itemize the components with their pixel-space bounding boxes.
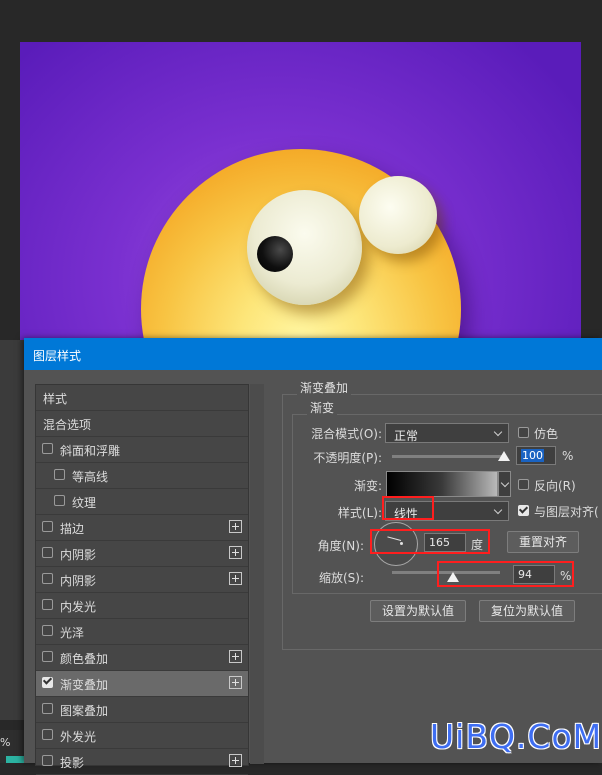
style-checkbox[interactable] bbox=[54, 495, 65, 506]
chevron-down-icon bbox=[493, 505, 503, 515]
checkmark-icon bbox=[518, 504, 529, 514]
angle-label: 角度(N): bbox=[317, 539, 364, 553]
style-list-item-label: 内阴影 bbox=[60, 574, 97, 588]
style-list-item-label: 等高线 bbox=[72, 470, 109, 484]
opacity-slider-track[interactable] bbox=[392, 455, 504, 458]
dither-label: 仿色 bbox=[534, 427, 559, 441]
style-list-item[interactable]: 混合选项 bbox=[36, 411, 248, 437]
blend-mode-label: 混合模式(O): bbox=[311, 427, 382, 441]
group-title: 渐变 bbox=[307, 399, 338, 416]
style-list-item[interactable]: 描边 bbox=[36, 515, 248, 541]
align-layer-checkbox[interactable] bbox=[518, 504, 529, 516]
style-list-item[interactable]: 内阴影 bbox=[36, 567, 248, 593]
highlight-scale bbox=[437, 561, 574, 587]
add-effect-plus-icon[interactable] bbox=[229, 572, 242, 585]
style-checkbox[interactable] bbox=[42, 573, 53, 584]
style-checkbox[interactable] bbox=[42, 755, 53, 766]
style-list-item[interactable]: 投影 bbox=[36, 749, 248, 775]
style-checkbox[interactable] bbox=[42, 625, 53, 636]
style-list-item-label: 外发光 bbox=[60, 730, 97, 744]
watermark-logo: UiBQ.CoM bbox=[430, 717, 602, 756]
style-list-item[interactable]: 外发光 bbox=[36, 723, 248, 749]
align-layer-label: 与图层对齐( bbox=[534, 505, 599, 519]
style-list-item-label: 混合选项 bbox=[43, 418, 92, 432]
style-checkbox[interactable] bbox=[42, 703, 53, 714]
style-list-item-label: 描边 bbox=[60, 522, 85, 536]
style-list-item-label: 内发光 bbox=[60, 600, 97, 614]
opacity-slider-thumb[interactable] bbox=[498, 451, 510, 461]
gradient-picker-button[interactable] bbox=[498, 471, 511, 497]
chevron-down-icon bbox=[500, 478, 510, 488]
reverse-label: 反向(R) bbox=[534, 479, 576, 493]
style-list-item-label: 光泽 bbox=[60, 626, 85, 640]
scale-label: 缩放(S): bbox=[318, 571, 364, 585]
blend-mode-value: 正常 bbox=[394, 429, 419, 443]
opacity-value: 100 bbox=[521, 449, 544, 462]
reverse-checkbox[interactable] bbox=[518, 479, 529, 490]
add-effect-plus-icon[interactable] bbox=[229, 754, 242, 767]
style-list-item[interactable]: 样式 bbox=[36, 385, 248, 411]
add-effect-plus-icon[interactable] bbox=[229, 520, 242, 533]
opacity-label: 不透明度(P): bbox=[313, 451, 382, 465]
style-list-scrollbar[interactable] bbox=[250, 384, 264, 764]
opacity-unit: % bbox=[562, 449, 574, 463]
emoji-eye-small bbox=[359, 176, 437, 254]
style-checkbox[interactable] bbox=[42, 599, 53, 610]
left-panel-edge bbox=[0, 340, 24, 720]
style-list: 样式 混合选项 斜面和浮雕 等高线 纹理 描边 内阴影 内阴影 内发光 光泽 颜色叠加 渐变叠加 图案叠… bbox=[35, 384, 249, 775]
style-list-item[interactable]: 内发光 bbox=[36, 593, 248, 619]
layer-style-dialog: 图层样式 样式 混合选项 斜面和浮雕 等高线 纹理 描边 内阴影 内阴影 内发光 光泽 颜色叠加 渐变… bbox=[24, 338, 602, 775]
style-checkbox[interactable] bbox=[42, 729, 53, 740]
reset-align-button[interactable]: 重置对齐 bbox=[507, 531, 579, 553]
style-list-item[interactable]: 光泽 bbox=[36, 619, 248, 645]
zoom-readout[interactable]: % bbox=[0, 736, 10, 749]
style-list-item[interactable]: 颜色叠加 bbox=[36, 645, 248, 671]
chevron-down-icon bbox=[493, 427, 503, 437]
style-list-item-label: 样式 bbox=[43, 392, 68, 406]
style-list-item-label: 内阴影 bbox=[60, 548, 97, 562]
gradient-label: 渐变: bbox=[353, 479, 382, 493]
style-label: 样式(L): bbox=[337, 506, 382, 520]
style-checkbox[interactable] bbox=[42, 547, 53, 558]
style-checkbox[interactable] bbox=[42, 675, 53, 688]
dialog-title: 图层样式 bbox=[33, 349, 82, 363]
opacity-input[interactable]: 100 bbox=[516, 446, 556, 465]
style-list-item-label: 图案叠加 bbox=[60, 704, 109, 718]
style-list-item[interactable]: 纹理 bbox=[36, 489, 248, 515]
style-list-item-label: 纹理 bbox=[72, 496, 97, 510]
style-list-item[interactable]: 斜面和浮雕 bbox=[36, 437, 248, 463]
style-list-item-label: 颜色叠加 bbox=[60, 652, 109, 666]
reset-default-button[interactable]: 复位为默认值 bbox=[479, 600, 575, 622]
style-checkbox[interactable] bbox=[42, 521, 53, 532]
style-list-item-label: 斜面和浮雕 bbox=[60, 444, 121, 458]
set-default-button[interactable]: 设置为默认值 bbox=[370, 600, 466, 622]
section-title: 渐变叠加 bbox=[297, 379, 352, 396]
gradient-preview[interactable] bbox=[386, 471, 498, 497]
highlight-angle bbox=[370, 529, 490, 554]
add-effect-plus-icon[interactable] bbox=[229, 650, 242, 663]
style-checkbox[interactable] bbox=[42, 651, 53, 662]
emoji-pupil bbox=[257, 236, 293, 272]
style-list-item[interactable]: 图案叠加 bbox=[36, 697, 248, 723]
blend-mode-select[interactable]: 正常 bbox=[385, 423, 509, 443]
status-indicator bbox=[6, 756, 26, 763]
style-list-item[interactable]: 渐变叠加 bbox=[36, 671, 248, 697]
style-list-item[interactable]: 内阴影 bbox=[36, 541, 248, 567]
highlight-style bbox=[382, 496, 434, 520]
add-effect-plus-icon[interactable] bbox=[229, 676, 242, 689]
dialog-titlebar[interactable]: 图层样式 bbox=[24, 338, 602, 370]
style-list-item[interactable]: 等高线 bbox=[36, 463, 248, 489]
style-checkbox[interactable] bbox=[54, 469, 65, 480]
style-checkbox[interactable] bbox=[42, 443, 53, 454]
style-list-item-label: 渐变叠加 bbox=[60, 678, 109, 692]
dither-checkbox[interactable] bbox=[518, 427, 529, 438]
checkmark-icon bbox=[42, 675, 53, 685]
add-effect-plus-icon[interactable] bbox=[229, 546, 242, 559]
